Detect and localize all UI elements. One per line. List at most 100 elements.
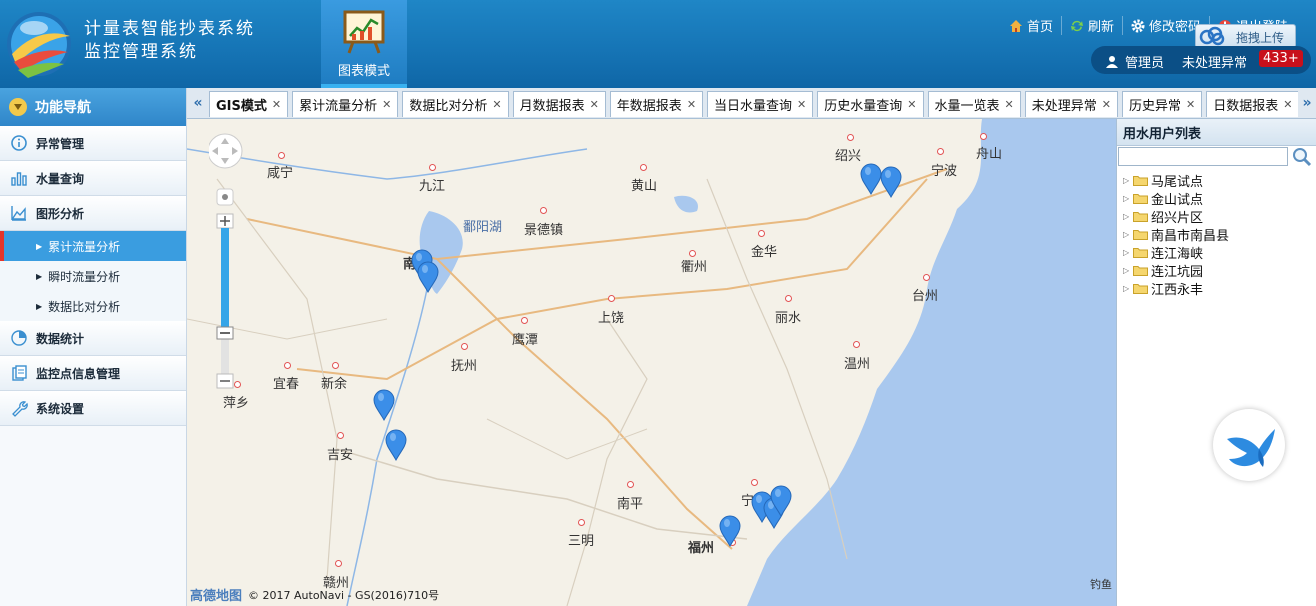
pending-count-badge[interactable]: 433+ [1259, 50, 1303, 67]
tab-label: 年数据报表 [616, 99, 682, 114]
expand-caret-icon[interactable]: ▷ [1123, 194, 1133, 203]
user-list-title: 用水用户列表 [1117, 119, 1316, 146]
tab-close-icon[interactable]: ✕ [382, 98, 391, 111]
tree-node[interactable]: ▷ 南昌市南昌县 [1123, 225, 1230, 244]
search-icon[interactable] [1291, 146, 1313, 168]
tab-close-icon[interactable]: ✕ [590, 98, 599, 111]
sidebar-item-exception-management[interactable]: 异常管理 [0, 126, 186, 161]
tab-item[interactable]: GIS模式 ✕ [209, 91, 289, 117]
sidebar-subitem-cumulative-flow[interactable]: ▶ 累计流量分析 [0, 231, 186, 261]
city-dot [785, 295, 792, 302]
user-info[interactable]: 管理员 [1105, 52, 1164, 71]
tree-node[interactable]: ▷ 马尾试点 [1123, 171, 1229, 190]
chart-mode-label: 图表模式 [337, 64, 390, 79]
document-icon [12, 365, 27, 381]
chart-mode-button[interactable]: 图表模式 [321, 0, 407, 88]
expand-caret-icon[interactable]: ▷ [1123, 284, 1133, 293]
tab-item[interactable]: 当日水量查询 ✕ [707, 91, 814, 117]
tab-label: 数据比对分析 [409, 99, 488, 114]
tab-close-icon[interactable]: ✕ [1102, 98, 1111, 111]
user-search-input[interactable] [1118, 147, 1288, 166]
city-dot [337, 432, 344, 439]
expand-caret-icon[interactable]: ▷ [1123, 248, 1133, 257]
floating-assistant-button[interactable] [1213, 409, 1285, 481]
gear-icon [1131, 19, 1145, 32]
tab-close-icon[interactable]: ✕ [492, 98, 501, 111]
map-marker-icon[interactable] [417, 261, 439, 293]
tree-node[interactable]: ▷ 江西永丰 [1123, 279, 1229, 298]
tree-node-label: 江西永丰 [1151, 282, 1204, 298]
home-link[interactable]: 首页 [1001, 16, 1062, 35]
tab-close-icon[interactable]: ✕ [907, 98, 916, 111]
tab-item[interactable]: 日数据报表 ✕ [1206, 91, 1300, 117]
sidebar: 功能导航 异常管理 水量查询 图形分析 ▶ 累计流量分析 ▶ 瞬时流量分析 ▶ … [0, 88, 187, 606]
city-label: 萍乡 [223, 396, 250, 411]
tab-item[interactable]: 年数据报表 ✕ [609, 91, 704, 117]
city-label: 绍兴 [835, 149, 862, 164]
change-password-label: 修改密码 [1148, 20, 1201, 35]
tab-close-icon[interactable]: ✕ [1005, 98, 1014, 111]
map-marker-icon[interactable] [373, 389, 395, 421]
sidebar-item-graph-analysis[interactable]: 图形分析 [0, 196, 186, 231]
sidebar-item-system-settings[interactable]: 系统设置 [0, 391, 186, 426]
sidebar-item-data-statistics[interactable]: 数据统计 [0, 321, 186, 356]
sidebar-subitem-instant-flow[interactable]: ▶ 瞬时流量分析 [0, 261, 186, 291]
tab-close-icon[interactable]: ✕ [797, 98, 806, 111]
pending-exceptions-link[interactable]: 未处理异常 [1182, 52, 1247, 71]
drag-upload-button[interactable]: 拖拽上传 [1195, 24, 1296, 48]
sidebar-subitem-data-comparison[interactable]: ▶ 数据比对分析 [0, 291, 186, 321]
info-icon [11, 135, 27, 151]
refresh-link[interactable]: 刷新 [1062, 16, 1123, 35]
map-marker-icon[interactable] [385, 429, 407, 461]
tree-node[interactable]: ▷ 连江海峡 [1123, 243, 1229, 262]
expand-caret-icon[interactable]: ▷ [1123, 176, 1133, 185]
system-title-line2: 监控管理系统 [84, 42, 198, 62]
tree-node-label: 南昌市南昌县 [1151, 228, 1230, 244]
tree-node-label: 马尾试点 [1151, 174, 1204, 190]
expand-caret-icon[interactable]: ▷ [1123, 212, 1133, 221]
map-zoom-control[interactable] [209, 129, 249, 389]
tab-close-icon[interactable]: ✕ [272, 98, 281, 111]
user-bar: 管理员 未处理异常 433+ [1091, 46, 1311, 74]
tab-scroll-right-icon[interactable]: » [1298, 88, 1316, 118]
bird-icon [1227, 429, 1275, 467]
city-label: 抚州 [451, 359, 478, 374]
tree-node[interactable]: ▷ 金山试点 [1123, 189, 1229, 208]
tree-node[interactable]: ▷ 连江坑园 [1123, 261, 1229, 280]
map-marker-icon[interactable] [719, 515, 741, 547]
map-marker-icon[interactable] [770, 485, 792, 517]
city-label: 景德镇 [524, 223, 564, 238]
map-marker-icon[interactable] [880, 166, 902, 198]
map-marker-icon[interactable] [860, 163, 882, 195]
gis-map[interactable]: 咸宁 九江 黄山 绍兴 宁波 舟山 鄱阳湖 景德镇 南昌 衢州 金华 台州 上饶… [187, 119, 1116, 606]
sidebar-item-water-query[interactable]: 水量查询 [0, 161, 186, 196]
system-title: 计量表智能抄表系统 监控管理系统 [84, 18, 255, 64]
folder-icon [1133, 211, 1148, 222]
expand-caret-icon[interactable]: ▷ [1123, 266, 1133, 275]
tab-item[interactable]: 历史异常 ✕ [1121, 91, 1203, 117]
tab-item[interactable]: 未处理异常 ✕ [1024, 91, 1118, 117]
sidebar-subitem-label: 数据比对分析 [48, 299, 121, 314]
sidebar-item-monitor-point-info[interactable]: 监控点信息管理 [0, 356, 186, 391]
tab-label: 日数据报表 [1213, 99, 1279, 114]
tab-item[interactable]: 水量一览表 ✕ [927, 91, 1021, 117]
app-header: 计量表智能抄表系统 监控管理系统 图表模式 首页 刷新 修改密码 退出登陆 [0, 0, 1316, 88]
tab-close-icon[interactable]: ✕ [1186, 98, 1195, 111]
tab-item[interactable]: 月数据报表 ✕ [512, 91, 606, 117]
tab-close-icon[interactable]: ✕ [1283, 98, 1292, 111]
city-label: 金华 [751, 245, 778, 260]
nav-toggle-icon[interactable] [9, 98, 27, 116]
caret-right-icon: ▶ [36, 301, 43, 311]
city-label: 丽水 [775, 311, 802, 326]
tab-close-icon[interactable]: ✕ [687, 98, 696, 111]
city-label: 鹰潭 [512, 333, 539, 348]
tree-node[interactable]: ▷ 绍兴片区 [1123, 207, 1229, 226]
tab-item[interactable]: 累计流量分析 ✕ [292, 91, 399, 117]
home-link-label: 首页 [1026, 20, 1053, 35]
expand-caret-icon[interactable]: ▷ [1123, 230, 1133, 239]
tab-scroll-left-icon[interactable]: « [189, 88, 207, 118]
caret-right-icon: ▶ [36, 241, 43, 251]
tab-item[interactable]: 数据比对分析 ✕ [402, 91, 509, 117]
city-dot [640, 164, 647, 171]
tab-item[interactable]: 历史水量查询 ✕ [817, 91, 924, 117]
